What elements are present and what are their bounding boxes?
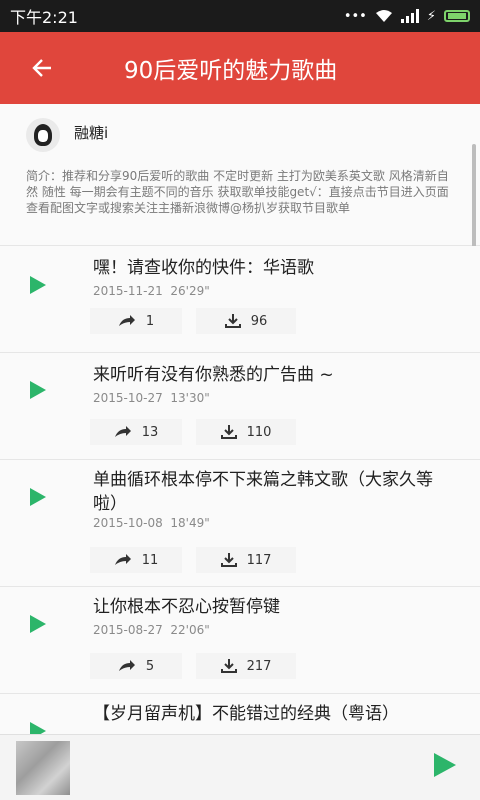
song-duration: 26'29"	[170, 284, 210, 298]
status-time: 下午2:21	[10, 8, 78, 27]
user-name[interactable]: 融糖i	[74, 118, 108, 143]
share-icon	[114, 554, 131, 565]
song-date: 2015-10-08	[93, 516, 163, 530]
play-icon[interactable]	[30, 276, 46, 294]
download-button[interactable]: 117	[196, 547, 296, 573]
share-count: 1	[145, 313, 155, 329]
download-count: 96	[250, 313, 268, 329]
status-icons: ••• ⚡	[344, 9, 470, 24]
album-cover[interactable]	[16, 741, 70, 795]
list-item[interactable]: 【岁月留声机】不能错过的经典（粤语）	[0, 694, 480, 734]
song-date: 2015-10-27	[93, 391, 163, 405]
download-icon	[224, 314, 241, 328]
back-button[interactable]	[0, 32, 84, 104]
song-meta: 2015-10-27 13'30"	[93, 391, 210, 405]
download-button[interactable]: 217	[196, 653, 296, 679]
battery-icon	[444, 10, 470, 22]
share-count: 13	[141, 424, 159, 440]
mini-player	[0, 734, 480, 800]
share-button[interactable]: 1	[90, 308, 182, 334]
song-date: 2015-08-27	[93, 623, 163, 637]
play-icon[interactable]	[30, 488, 46, 506]
profile-section: 融糖i 简介：推荐和分享90后爱听的歌曲 不定时更新 主打为欧美系英文歌 风格清…	[0, 104, 480, 246]
more-dots-icon: •••	[343, 8, 367, 24]
download-icon	[220, 553, 237, 567]
song-date: 2015-11-21	[93, 284, 163, 298]
song-stats: 11 117	[90, 547, 296, 573]
song-stats: 13 110	[90, 419, 296, 445]
status-bar: 下午2:21 ••• ⚡	[0, 0, 480, 32]
wifi-icon	[375, 10, 392, 22]
list-item[interactable]: 让你根本不忍心按暂停键 2015-08-27 22'06" 5 217	[0, 587, 480, 694]
share-button[interactable]: 5	[90, 653, 182, 679]
share-count: 5	[145, 658, 155, 674]
song-title: 让你根本不忍心按暂停键	[93, 597, 280, 617]
play-icon[interactable]	[30, 615, 46, 633]
song-meta: 2015-10-08 18'49"	[93, 516, 210, 530]
program-list[interactable]: 融糖i 简介：推荐和分享90后爱听的歌曲 不定时更新 主打为欧美系英文歌 风格清…	[0, 104, 480, 734]
song-title: 单曲循环根本停不下来篇之韩文歌（大家久等啦）	[93, 470, 433, 514]
app-bar: 90后爱听的魅力歌曲	[0, 32, 480, 104]
charging-icon: ⚡	[426, 8, 436, 24]
song-meta: 2015-08-27 22'06"	[93, 623, 210, 637]
song-stats: 1 96	[90, 308, 296, 334]
song-meta: 2015-11-21 26'29"	[93, 284, 210, 298]
play-icon[interactable]	[30, 381, 46, 399]
download-button[interactable]: 96	[196, 308, 296, 334]
song-title: 来听听有没有你熟悉的广告曲 ~	[93, 365, 334, 385]
share-count: 11	[141, 552, 159, 568]
song-duration: 13'30"	[170, 391, 210, 405]
profile-intro: 简介：推荐和分享90后爱听的歌曲 不定时更新 主打为欧美系英文歌 风格清新自然 …	[26, 169, 449, 215]
share-icon	[118, 660, 135, 671]
download-button[interactable]: 110	[196, 419, 296, 445]
download-count: 117	[246, 552, 272, 568]
download-count: 110	[246, 424, 272, 440]
page-title: 90后爱听的魅力歌曲	[124, 58, 338, 84]
avatar[interactable]	[26, 118, 60, 152]
share-button[interactable]: 13	[90, 419, 182, 445]
player-play-icon[interactable]	[434, 753, 456, 777]
share-button[interactable]: 11	[90, 547, 182, 573]
download-icon	[220, 659, 237, 673]
list-item[interactable]: 来听听有没有你熟悉的广告曲 ~ 2015-10-27 13'30" 13 110	[0, 353, 480, 460]
download-count: 217	[246, 658, 272, 674]
song-title: 嘿！请查收你的快件：华语歌	[93, 258, 314, 278]
song-stats: 5 217	[90, 653, 296, 679]
song-duration: 18'49"	[170, 516, 210, 530]
list-item[interactable]: 单曲循环根本停不下来篇之韩文歌（大家久等啦） 2015-10-08 18'49"…	[0, 460, 480, 587]
song-title: 【岁月留声机】不能错过的经典（粤语）	[93, 704, 399, 724]
list-item[interactable]: 嘿！请查收你的快件：华语歌 2015-11-21 26'29" 1 96	[0, 246, 480, 353]
share-icon	[118, 315, 135, 326]
arrow-back-icon	[32, 59, 51, 77]
play-icon[interactable]	[30, 722, 46, 734]
signal-icon	[400, 9, 419, 23]
share-icon	[114, 426, 131, 437]
download-icon	[220, 425, 237, 439]
song-duration: 22'06"	[170, 623, 210, 637]
